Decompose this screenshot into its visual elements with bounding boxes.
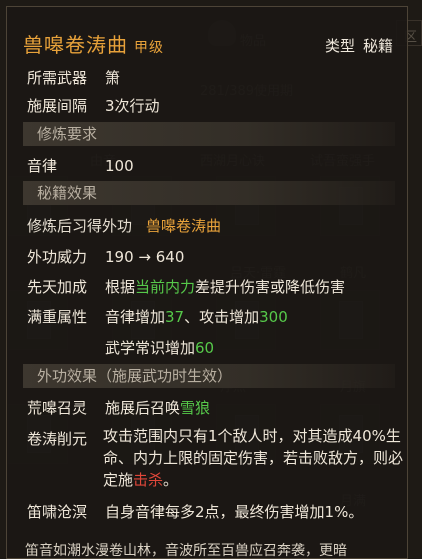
type-label: 类型 (325, 37, 356, 55)
weapon-label: 所需武器 (27, 69, 88, 87)
summon-row: 荒嗥召灵 施展后召唤雪狼 (27, 397, 210, 418)
full-1-v2: 300 (259, 308, 288, 326)
interval-label: 施展间隔 (27, 97, 88, 115)
curl-line-3-highlight: 击杀 (133, 471, 164, 489)
weapon-value: 箫 (105, 69, 121, 87)
curl-line-3: 定施击杀。 (103, 469, 178, 491)
full-1-v1: 37 (165, 308, 185, 326)
item-type: 类型 秘籍 (325, 35, 393, 56)
learn-label: 修炼后习得外功 (27, 217, 133, 235)
section-external: 外功效果（施展武功时生效） (23, 364, 395, 388)
curl-line-3-pre: 定施 (103, 471, 134, 489)
full-1-pre: 音律增加 (105, 308, 166, 326)
item-grade: 甲级 (134, 40, 164, 56)
item-title: 兽嗥卷涛曲 甲级 (23, 29, 164, 58)
req-label: 音律 (27, 157, 58, 175)
learn-row: 修炼后习得外功 兽嗥卷涛曲 (27, 215, 221, 236)
innate-highlight: 当前内力 (135, 278, 196, 296)
full-label: 满重属性 (27, 308, 88, 326)
full-1-mid: 、攻击增加 (184, 308, 260, 326)
innate-label: 先天加成 (27, 278, 88, 296)
power-value: 190 → 640 (105, 248, 185, 266)
weapon-row: 所需武器箫 (27, 67, 120, 88)
power-row: 外功威力 190 → 640 (27, 246, 184, 267)
req-row: 音律 100 (27, 155, 134, 176)
power-label: 外功威力 (27, 248, 88, 266)
curl-line-3-post: 。 (163, 471, 179, 489)
innate-pre: 根据 (105, 278, 136, 296)
full-row-1: 满重属性 音律增加37、攻击增加300 (27, 306, 288, 327)
flute-row: 笛啸沧溟 自身音律每多2点，最终伤害增加1%。 (27, 501, 363, 522)
curl-line-2: 命、内力上限的固定伤害，若击败敌方，则必 (103, 449, 404, 467)
interval-value: 3次行动 (105, 97, 160, 115)
req-value: 100 (105, 157, 134, 175)
interval-row: 施展间隔 3次行动 (27, 95, 160, 116)
summon-pre: 施展后召唤 (105, 399, 181, 417)
flute-label: 笛啸沧溟 (27, 503, 88, 521)
item-tooltip: 兽嗥卷涛曲 甲级 类型 秘籍 所需武器箫 施展间隔 3次行动 修炼要求 音律 100 秘… (6, 6, 408, 559)
curl-line-1: 攻击范围内只有1个敌人时，对其造成40%生 (103, 427, 401, 445)
type-value: 秘籍 (363, 37, 394, 55)
item-name: 兽嗥卷涛曲 (23, 33, 128, 57)
full-2-v: 60 (195, 339, 215, 357)
summon-highlight: 雪狼 (180, 399, 211, 417)
full-row-2: 武学常识增加60 (27, 337, 214, 358)
innate-post: 差提升伤害或降低伤害 (195, 278, 346, 296)
innate-row: 先天加成 根据当前内力差提升伤害或降低伤害 (27, 276, 345, 297)
section-requirements: 修炼要求 (23, 122, 395, 146)
flute-value: 自身音律每多2点，最终伤害增加1%。 (105, 503, 364, 521)
flavor-text: 笛音如潮水漫卷山林，音波所至百兽应召奔袭，更暗 (25, 543, 347, 559)
summon-label: 荒嗥召灵 (27, 399, 88, 417)
section-effects: 秘籍效果 (23, 181, 395, 205)
learn-value: 兽嗥卷涛曲 (146, 217, 222, 235)
full-2-pre: 武学常识增加 (105, 339, 196, 357)
curl-label: 卷涛削元 (27, 430, 88, 448)
